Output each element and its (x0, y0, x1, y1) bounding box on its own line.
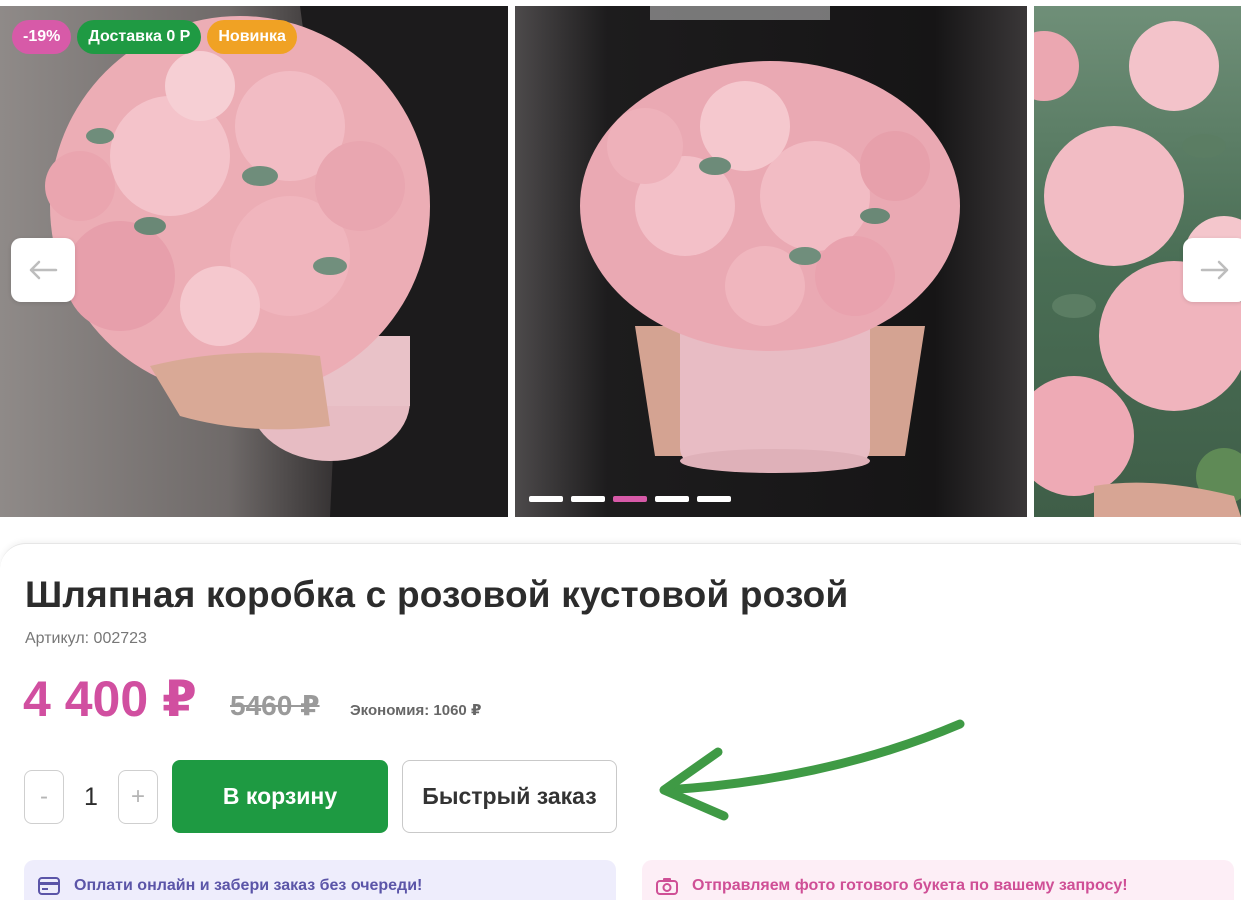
slide-dot[interactable] (655, 496, 689, 502)
add-to-cart-button[interactable]: В корзину (172, 760, 388, 833)
gallery-photo-2[interactable] (515, 6, 1027, 517)
quick-order-button[interactable]: Быстрый заказ (402, 760, 617, 833)
gallery-photo-1[interactable] (0, 6, 508, 517)
photo-request-text: Отправляем фото готового букета по вашем… (692, 877, 1128, 894)
saving-amount: Экономия: 1060 ₽ (350, 702, 482, 719)
slide-dot[interactable] (529, 496, 563, 502)
product-gallery[interactable]: -19% Доставка 0 Р Новинка (0, 0, 1241, 518)
product-card: Шляпная коробка с розовой кустовой розой… (0, 543, 1241, 900)
old-price: 5460 ₽ (230, 690, 320, 721)
online-payment-text: Оплати онлайн и забери заказ без очереди… (74, 877, 423, 894)
quantity-increase-button[interactable]: + (118, 770, 158, 824)
slide-indicator (529, 496, 731, 502)
online-payment-banner: Оплати онлайн и забери заказ без очереди… (24, 860, 616, 900)
new-badge: Новинка (207, 20, 297, 54)
gallery-prev-button[interactable] (11, 238, 75, 302)
slide-dot[interactable] (697, 496, 731, 502)
quantity-decrease-button[interactable]: - (24, 770, 64, 824)
slide-dot[interactable] (571, 496, 605, 502)
photo-request-banner: Отправляем фото готового букета по вашем… (642, 860, 1234, 900)
annotation-arrow-icon (659, 719, 965, 821)
current-price: 4 400 ₽ (23, 671, 197, 727)
arrow-left-icon (29, 260, 58, 280)
delivery-badge: Доставка 0 Р (77, 20, 202, 54)
slide-dot-active[interactable] (613, 496, 647, 502)
card-icon (38, 877, 60, 895)
arrow-right-icon (1200, 260, 1229, 280)
product-sku: Артикул: 002723 (25, 630, 147, 647)
gallery-next-button[interactable] (1183, 238, 1241, 302)
badge-group: -19% Доставка 0 Р Новинка (12, 20, 297, 54)
product-title: Шляпная коробка с розовой кустовой розой (25, 574, 849, 615)
camera-icon (656, 878, 678, 895)
quantity-value[interactable]: 1 (64, 770, 118, 824)
discount-badge: -19% (12, 20, 72, 54)
